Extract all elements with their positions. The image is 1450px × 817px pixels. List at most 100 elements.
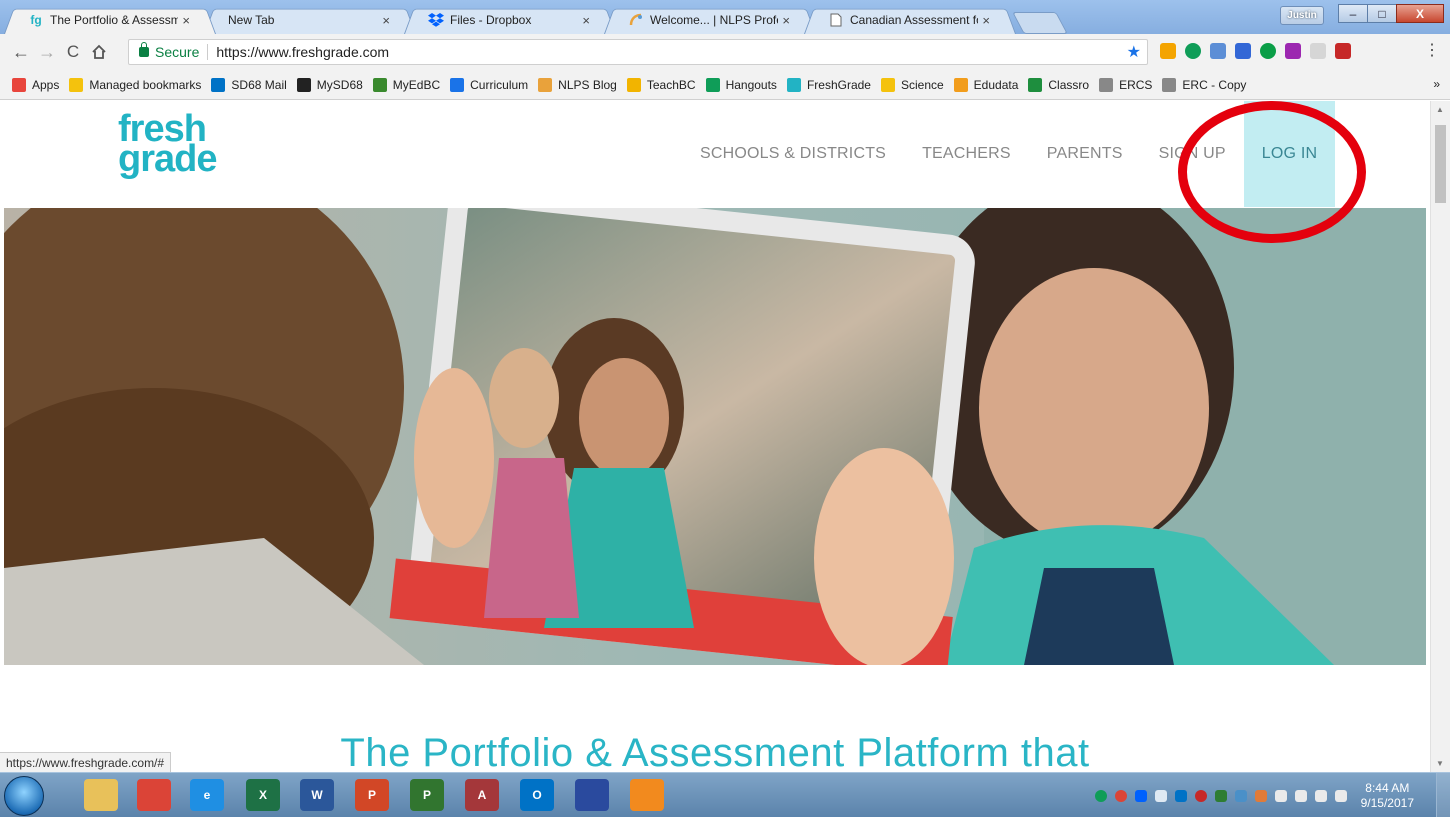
chrome-tray-icon[interactable] xyxy=(1114,789,1127,802)
bookmark-managed-bookmarks[interactable]: Managed bookmarks xyxy=(69,77,201,92)
scroll-thumb[interactable] xyxy=(1435,125,1446,203)
pdf-extension-icon[interactable] xyxy=(1335,43,1351,59)
bookmarks-bar: Apps Managed bookmarks SD68 Mail MySD68 MyEd… xyxy=(0,70,1450,100)
forward-icon[interactable]: → xyxy=(34,39,60,65)
mail-tray-icon[interactable] xyxy=(1154,789,1167,802)
outlook-tray-icon[interactable] xyxy=(1174,789,1187,802)
lock-icon xyxy=(139,42,149,57)
url-text[interactable]: https://www.freshgrade.com xyxy=(216,44,389,60)
system-tray: 8:44 AM 9/15/2017 xyxy=(1094,773,1450,817)
bookmark-favicon-icon xyxy=(705,77,720,92)
bookmark-favicon-icon xyxy=(538,77,553,92)
media-icon[interactable] xyxy=(630,779,664,811)
page-scrollbar[interactable]: ▲ ▼ xyxy=(1430,101,1450,772)
monitor-icon[interactable] xyxy=(1314,789,1327,802)
bookmark-hangouts[interactable]: Hangouts xyxy=(705,77,777,92)
clock-time: 8:44 AM xyxy=(1365,780,1410,795)
tab-close-icon[interactable]: × xyxy=(782,13,790,28)
extension-icon[interactable] xyxy=(1285,43,1301,59)
tab-close-icon[interactable]: × xyxy=(182,13,190,28)
nav-teachers[interactable]: TEACHERS xyxy=(922,145,1011,163)
tab-title: The Portfolio & Assessm xyxy=(50,13,179,27)
extension-icon[interactable] xyxy=(1210,43,1226,59)
bookmark-favicon-icon xyxy=(1099,77,1114,92)
file-explorer-icon[interactable] xyxy=(84,779,118,811)
nav-parents[interactable]: PARENTS xyxy=(1047,145,1123,163)
powerpoint-icon[interactable]: P xyxy=(355,779,389,811)
minimize-button[interactable]: – xyxy=(1338,4,1368,23)
network-tray-icon[interactable] xyxy=(1234,789,1247,802)
bookmark-favicon-icon xyxy=(626,77,641,92)
apps-grid-icon xyxy=(12,77,26,92)
nav-schools-districts[interactable]: SCHOOLS & DISTRICTS xyxy=(700,145,886,163)
bookmark-favicon-icon xyxy=(450,77,465,92)
bookmark-ercs[interactable]: ERCS xyxy=(1099,77,1152,92)
hangouts-extension-icon[interactable] xyxy=(1185,43,1201,59)
dropbox-tray-icon[interactable] xyxy=(1134,789,1147,802)
bookmark-erc-copy[interactable]: ERC - Copy xyxy=(1162,77,1246,92)
remote-desktop-icon[interactable] xyxy=(575,779,609,811)
tab-freshgrade[interactable]: fg The Portfolio & Assessm × xyxy=(4,6,216,34)
bookmark-favicon-icon xyxy=(1028,77,1043,92)
scroll-down-icon[interactable]: ▼ xyxy=(1436,759,1444,768)
reload-icon[interactable]: C xyxy=(60,39,86,65)
freshgrade-logo[interactable]: fresh grade xyxy=(118,110,258,181)
bookmark-apps[interactable]: Apps xyxy=(12,77,59,92)
start-button[interactable] xyxy=(4,776,44,816)
bookmark-myedbc[interactable]: MyEdBC xyxy=(372,77,441,92)
web-page: fresh grade SCHOOLS & DISTRICTS TEACHERS… xyxy=(0,101,1430,772)
tab-canadian-assessment[interactable]: Canadian Assessment fo × xyxy=(804,6,1016,34)
device-icon[interactable] xyxy=(1294,789,1307,802)
bookmark-teachbc[interactable]: TeachBC xyxy=(626,77,696,92)
internet-explorer-icon[interactable]: e xyxy=(190,779,224,811)
word-icon[interactable]: W xyxy=(300,779,334,811)
home-icon[interactable] xyxy=(86,39,112,65)
profile-button[interactable]: Justin xyxy=(1280,6,1324,25)
extension-icon[interactable] xyxy=(1260,43,1276,59)
chrome-icon[interactable] xyxy=(137,779,171,811)
bookmark-sd68-mail[interactable]: SD68 Mail xyxy=(211,77,287,92)
app-tray-icon[interactable] xyxy=(1254,789,1267,802)
extension-icon[interactable] xyxy=(1160,43,1176,59)
security-tray-icon[interactable] xyxy=(1194,789,1207,802)
hero-image xyxy=(4,208,1426,665)
bookmark-nlps-blog[interactable]: NLPS Blog xyxy=(538,77,617,92)
hangouts-tray-icon[interactable] xyxy=(1094,789,1107,802)
bookmarks-overflow-button[interactable]: » xyxy=(1433,77,1440,91)
new-tab-button[interactable] xyxy=(1012,12,1068,34)
bookmark-label: MyEdBC xyxy=(392,77,441,92)
tab-close-icon[interactable]: × xyxy=(982,13,990,28)
tab-title: New Tab xyxy=(228,13,275,27)
bookmark-freshgrade[interactable]: FreshGrade xyxy=(786,77,871,92)
bookmark-label: Classro xyxy=(1048,77,1090,92)
excel-icon[interactable]: X xyxy=(246,779,280,811)
scroll-up-icon[interactable]: ▲ xyxy=(1436,105,1444,114)
outlook-icon[interactable]: O xyxy=(520,779,554,811)
bookmark-curriculum[interactable]: Curriculum xyxy=(450,77,528,92)
volume-icon[interactable] xyxy=(1334,789,1347,802)
app-tray-icon[interactable] xyxy=(1214,789,1227,802)
show-desktop-button[interactable] xyxy=(1436,773,1450,817)
tab-nlps[interactable]: Welcome... | NLPS Profes × xyxy=(604,6,816,34)
bookmark-classro[interactable]: Classro xyxy=(1028,77,1090,92)
bookmark-favicon-icon xyxy=(1162,77,1177,92)
extension-icon[interactable] xyxy=(1235,43,1251,59)
close-button[interactable]: X xyxy=(1396,4,1444,23)
flag-icon[interactable] xyxy=(1274,789,1287,802)
tab-new-tab[interactable]: New Tab × xyxy=(204,6,416,34)
maximize-button[interactable]: □ xyxy=(1367,4,1397,23)
bookmark-mysd68[interactable]: MySD68 xyxy=(296,77,363,92)
access-icon[interactable]: A xyxy=(465,779,499,811)
back-icon[interactable]: ← xyxy=(8,39,34,65)
extension-icon[interactable] xyxy=(1310,43,1326,59)
project-icon[interactable]: P xyxy=(410,779,444,811)
bookmark-edudata[interactable]: Edudata xyxy=(953,77,1018,92)
menu-icon[interactable]: ⋮ xyxy=(1424,42,1440,60)
tab-dropbox[interactable]: Files - Dropbox × xyxy=(404,6,616,34)
tab-close-icon[interactable]: × xyxy=(382,13,390,28)
bookmark-star-icon[interactable]: ★ xyxy=(1127,42,1141,62)
address-bar[interactable]: Secure https://www.freshgrade.com ★ xyxy=(128,39,1148,65)
tab-close-icon[interactable]: × xyxy=(582,13,590,28)
clock[interactable]: 8:44 AM 9/15/2017 xyxy=(1361,781,1414,811)
bookmark-science[interactable]: Science xyxy=(880,77,944,92)
